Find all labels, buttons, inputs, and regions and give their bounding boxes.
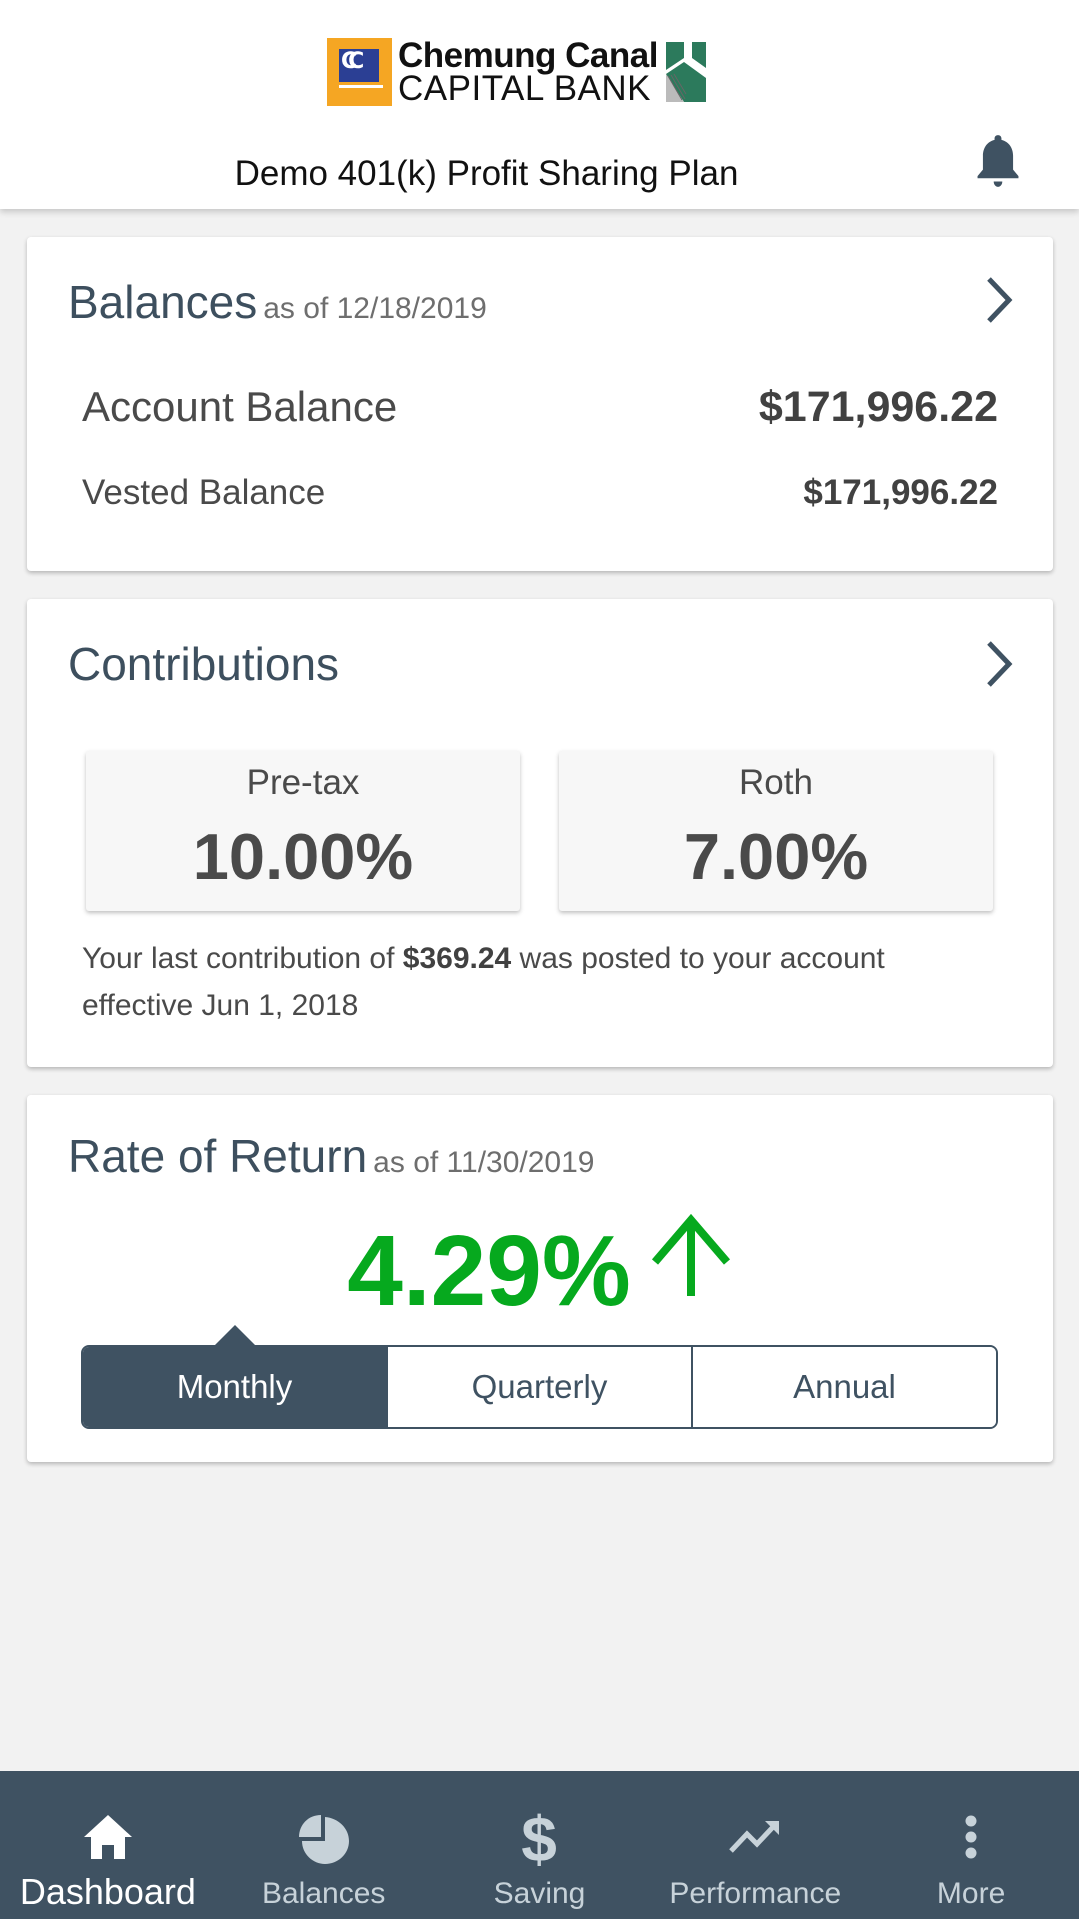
rate-of-return-title: Rate of Return as of 11/30/2019: [68, 1129, 594, 1183]
chevron-right-icon[interactable]: [983, 275, 1015, 325]
tab-balances[interactable]: Balances: [216, 1771, 432, 1919]
bell-icon[interactable]: [972, 133, 1024, 189]
contribution-rate: 7.00%: [683, 820, 869, 893]
balances-card[interactable]: Balances as of 12/18/2019 Account Balance…: [27, 237, 1053, 571]
logo-emblem-icon: [665, 42, 706, 102]
contribution-type-label: Pre-tax: [246, 763, 360, 802]
tab-label: Dashboard: [19, 1871, 196, 1912]
ror-heading: Rate of Return: [68, 1130, 368, 1182]
account-balance-label: Account Balance: [82, 383, 398, 430]
tab-label: Performance: [669, 1877, 842, 1910]
rate-of-return-card: Rate of Return as of 11/30/2019 4.29% Mon…: [27, 1095, 1053, 1462]
contributions-card[interactable]: Contributions Pre-tax 10.00% Roth 7.00% …: [27, 599, 1053, 1067]
plan-title: Demo 401(k) Profit Sharing Plan: [234, 154, 739, 193]
last-contribution-note: Your last contribution of $369.24 was po…: [82, 935, 982, 1029]
roth-contribution-box: Roth 7.00%: [559, 751, 993, 911]
period-quarterly-button[interactable]: Quarterly: [386, 1347, 691, 1427]
period-selector[interactable]: Monthly Quarterly Annual: [81, 1325, 998, 1429]
chevron-right-icon[interactable]: [983, 639, 1015, 689]
contributions-title: Contributions: [68, 638, 340, 690]
trending-up-icon: [729, 1821, 780, 1853]
balances-as-of: as of 12/18/2019: [263, 292, 487, 325]
svg-text:$: $: [522, 1807, 558, 1867]
rate-of-return-value: 4.29%: [347, 1215, 631, 1328]
pie-chart-icon: [298, 1815, 349, 1864]
last-contribution-amount: $369.24: [402, 942, 512, 975]
account-balance-value: $171,996.22: [758, 383, 998, 431]
tab-label: More: [936, 1877, 1006, 1910]
bottom-tab-bar: Dashboard Balances $ Saving Performance …: [0, 1771, 1079, 1919]
logo-mark-icon: CC: [327, 38, 392, 106]
brand-line-2: CAPITAL BANK: [398, 69, 652, 108]
tab-more[interactable]: More: [863, 1771, 1079, 1919]
dollar-icon: $: [522, 1807, 558, 1867]
vested-balance-value: $171,996.22: [803, 473, 998, 512]
period-monthly-button[interactable]: Monthly: [83, 1325, 386, 1427]
period-annual-button[interactable]: Annual: [691, 1347, 996, 1427]
balances-heading: Balances: [68, 276, 258, 328]
vested-balance-row: Vested Balance $171,996.22: [82, 473, 998, 513]
arrow-up-icon: [651, 1213, 730, 1296]
pretax-contribution-box: Pre-tax 10.00%: [86, 751, 520, 911]
vested-balance-label: Vested Balance: [82, 473, 326, 512]
more-vertical-icon: [965, 1815, 977, 1859]
home-icon: [83, 1815, 132, 1859]
app-header: CC Chemung Canal CAPITAL BANK Demo 401(k…: [0, 0, 1079, 209]
bank-logo: CC Chemung Canal CAPITAL BANK: [327, 38, 708, 106]
logo-text: Chemung Canal CAPITAL BANK: [398, 38, 658, 106]
note-prefix: Your last contribution of: [82, 942, 403, 975]
tab-performance[interactable]: Performance: [647, 1771, 863, 1919]
balances-title: Balances as of 12/18/2019: [68, 275, 487, 329]
tab-label: Saving: [493, 1877, 586, 1910]
contribution-rate: 10.00%: [192, 820, 414, 893]
tab-saving[interactable]: $ Saving: [432, 1771, 648, 1919]
rate-of-return-value-row: 4.29%: [27, 1207, 1053, 1329]
tab-label: Balances: [261, 1877, 386, 1910]
account-balance-row: Account Balance $171,996.22: [82, 383, 998, 432]
tab-dashboard[interactable]: Dashboard: [0, 1771, 216, 1919]
contribution-type-label: Roth: [739, 763, 813, 802]
brand-line-1: Chemung Canal: [398, 36, 658, 75]
ror-as-of: as of 11/30/2019: [373, 1146, 595, 1179]
